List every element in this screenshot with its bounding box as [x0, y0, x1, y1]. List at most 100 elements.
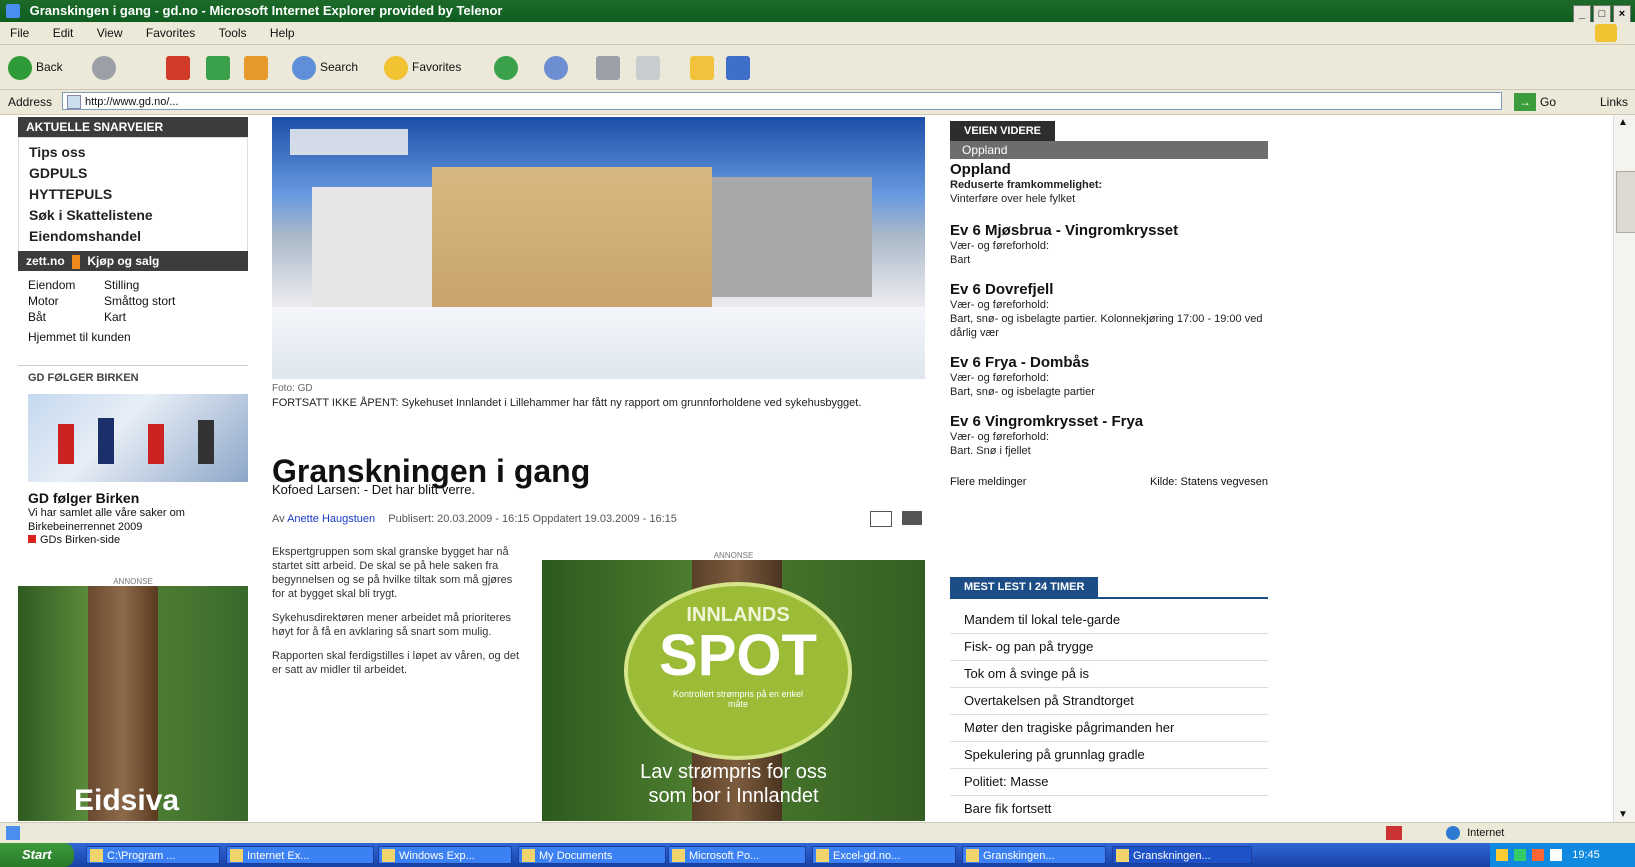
- history-button[interactable]: [494, 53, 522, 81]
- shortcut-link[interactable]: Søk i Skattelistene: [19, 205, 247, 226]
- road-footer: Flere meldinger Kilde: Statens vegvesen: [950, 476, 1268, 488]
- taskbar-item[interactable]: Granskingen...: [962, 846, 1106, 864]
- ad-badge-sub: Kontrollert strømpris på en enkel måte: [672, 689, 804, 709]
- promo-heading[interactable]: GD følger Birken: [18, 486, 248, 506]
- taskbar-item[interactable]: Microsoft Po...: [668, 846, 806, 864]
- ad-label: ANNONSE: [713, 551, 754, 560]
- most-read-item[interactable]: Mandem til lokal tele-garde: [950, 607, 1268, 634]
- author-link[interactable]: Anette Haugstuen: [287, 513, 375, 525]
- shortcut-link[interactable]: Tips oss: [19, 142, 247, 163]
- print-article-icon[interactable]: [902, 511, 922, 525]
- menu-help[interactable]: Help: [270, 26, 295, 40]
- zett-link[interactable]: Motor: [28, 293, 104, 309]
- menu-view[interactable]: View: [97, 26, 123, 40]
- tab-most-read[interactable]: MEST LEST I 24 TIMER: [950, 577, 1099, 597]
- close-button[interactable]: ×: [1613, 5, 1631, 23]
- zett-link[interactable]: Båt: [28, 309, 104, 325]
- zett-link[interactable]: Eiendom: [28, 277, 104, 293]
- ad-line-2: som bor i Innlandet: [648, 785, 819, 807]
- ingress: Kofoed Larsen: - Det har blitt verre.: [272, 482, 476, 497]
- go-label[interactable]: Go: [1540, 95, 1556, 109]
- vertical-scrollbar[interactable]: ▲ ▼: [1613, 115, 1635, 822]
- birken-photo[interactable]: [28, 394, 248, 482]
- taskbar-item-active[interactable]: Granskningen...: [1112, 846, 1252, 864]
- page-status-icon: [6, 826, 20, 840]
- road-item: Ev 6 Fryа - Dombås Vær- og føreforhold: …: [950, 354, 1095, 398]
- folder-button[interactable]: [690, 53, 718, 81]
- tray-icon[interactable]: [1550, 849, 1563, 862]
- menu-favorites[interactable]: Favorites: [146, 26, 195, 40]
- menu-tools[interactable]: Tools: [219, 26, 247, 40]
- minimize-button[interactable]: _: [1573, 5, 1591, 23]
- popup-blocked-icon[interactable]: [1386, 826, 1402, 840]
- taskbar: Start C:\Program ... Internet Ex... Wind…: [0, 843, 1635, 867]
- search-button[interactable]: Search: [292, 53, 358, 81]
- promo-link[interactable]: GDs Birken-side: [18, 534, 248, 546]
- most-read-item[interactable]: Møter den tragiske pågrimanden her: [950, 715, 1268, 742]
- forward-button[interactable]: [92, 53, 120, 81]
- windows-flag-icon: [1595, 24, 1617, 42]
- most-read-item[interactable]: Fisk- og pan på trygge: [950, 634, 1268, 661]
- shortcut-link[interactable]: Eiendomshandel: [19, 226, 247, 247]
- print-button[interactable]: [596, 53, 624, 81]
- menu-bar: File Edit View Favorites Tools Help: [0, 22, 1635, 45]
- innlands-spot-ad[interactable]: ANNONSE INNLANDS SPOT Kontrollert strømp…: [542, 551, 925, 822]
- zett-link[interactable]: Småttog stort: [104, 293, 244, 309]
- menu-file[interactable]: File: [10, 26, 29, 40]
- start-button[interactable]: Start: [0, 843, 74, 867]
- favorites-button[interactable]: Favorites: [384, 53, 461, 81]
- taskbar-item[interactable]: Windows Exp...: [378, 846, 512, 864]
- most-read-item[interactable]: Overtakelsen på Strandtorget: [950, 688, 1268, 715]
- address-url: http://www.gd.no/...: [85, 96, 179, 108]
- more-messages-link[interactable]: Flere meldinger: [950, 476, 1026, 488]
- region-tab[interactable]: Oppland: [950, 141, 1268, 159]
- zett-extra[interactable]: Hjemmet til kunden: [28, 329, 248, 345]
- address-input[interactable]: http://www.gd.no/...: [62, 92, 1502, 110]
- most-read-item[interactable]: Spekulering på grunnlag gradle: [950, 742, 1268, 769]
- most-read-item[interactable]: Politiet: Masse: [950, 769, 1268, 796]
- tray-icon[interactable]: [1514, 849, 1527, 862]
- zett-link[interactable]: Kart: [104, 309, 180, 325]
- address-label: Address: [8, 95, 53, 109]
- left-ad[interactable]: ANNONSE Eidsiva: [18, 577, 248, 822]
- promo-text: Vi har samlet alle våre saker om Birkebe…: [28, 507, 185, 533]
- taskbar-item[interactable]: Excel-gd.no...: [812, 846, 956, 864]
- taskbar-item[interactable]: Internet Ex...: [226, 846, 374, 864]
- refresh-button[interactable]: [206, 53, 234, 81]
- folder-icon: [690, 55, 714, 80]
- scroll-thumb[interactable]: [1616, 171, 1635, 233]
- stop-button[interactable]: [166, 53, 194, 81]
- taskbar-item[interactable]: My Documents: [518, 846, 666, 864]
- clock[interactable]: 19:45: [1572, 849, 1600, 861]
- home-button[interactable]: [244, 53, 272, 81]
- tab-veien-videre[interactable]: VEIEN VIDERE: [950, 121, 1056, 141]
- shortcuts-title: AKTUELLE SNARVEIER: [18, 117, 248, 137]
- zett-title[interactable]: zett.no: [26, 254, 65, 268]
- maximize-button[interactable]: □: [1593, 5, 1611, 23]
- stop-icon: [166, 55, 190, 80]
- research-button[interactable]: [726, 53, 754, 81]
- most-read-item[interactable]: Bare fik fortsett: [950, 796, 1268, 822]
- email-icon[interactable]: [870, 511, 892, 527]
- taskbar-item[interactable]: C:\Program ...: [86, 846, 220, 864]
- scroll-down-icon[interactable]: ▼: [1618, 809, 1628, 820]
- tray-icon[interactable]: [1496, 849, 1508, 862]
- article-photo[interactable]: [272, 117, 925, 379]
- photo-tools[interactable]: [290, 129, 408, 155]
- promo-title: GD FØLGER BIRKEN: [28, 372, 139, 384]
- back-button[interactable]: Back: [8, 53, 63, 81]
- scroll-up-icon[interactable]: ▲: [1618, 117, 1628, 128]
- shortcut-link[interactable]: GDPULS: [19, 163, 247, 184]
- road-item: Ev 6 Dovrefjell Vær- og føreforhold: Bar…: [950, 281, 1263, 339]
- status-bar: Internet: [0, 822, 1635, 843]
- shortcut-link[interactable]: HYTTEPULS: [19, 184, 247, 205]
- most-read-item[interactable]: Tok om å svinge på is: [950, 661, 1268, 688]
- menu-edit[interactable]: Edit: [53, 26, 74, 40]
- edit-button[interactable]: [636, 53, 664, 81]
- links-label[interactable]: Links: [1600, 95, 1628, 109]
- tray-icon[interactable]: [1532, 849, 1545, 862]
- go-button[interactable]: →: [1514, 93, 1536, 111]
- home-icon: [244, 55, 268, 80]
- zett-link[interactable]: Stilling: [104, 277, 180, 293]
- mail-button[interactable]: [544, 53, 572, 81]
